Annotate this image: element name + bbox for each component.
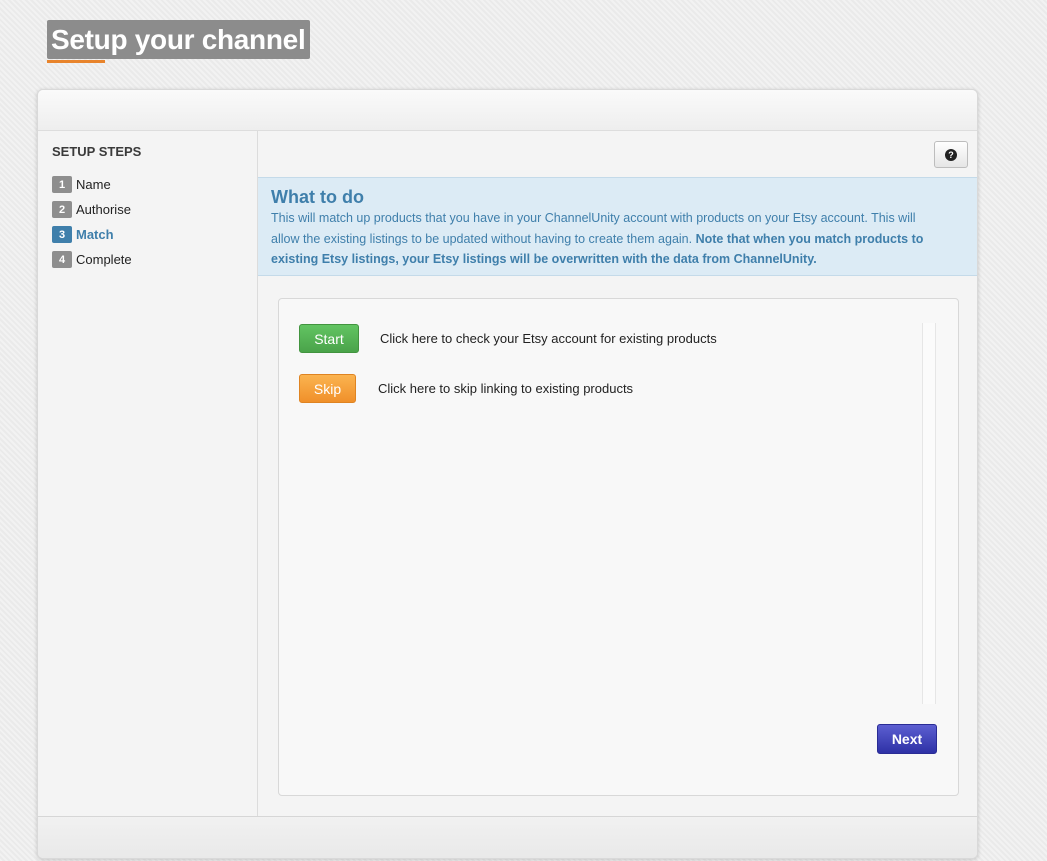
info-title: What to do xyxy=(271,187,364,207)
step-authorise[interactable]: 2 Authorise xyxy=(52,197,132,222)
step-label: Complete xyxy=(76,252,132,267)
skip-button[interactable]: Skip xyxy=(299,374,356,403)
step-complete[interactable]: 4 Complete xyxy=(52,247,132,272)
what-to-do-box: What to do This will match up products t… xyxy=(258,177,977,276)
help-button[interactable]: ? xyxy=(934,141,968,168)
main-content: ? What to do This will match up products… xyxy=(258,131,977,816)
page-header: Setup your channel xyxy=(47,20,311,63)
info-text: This will match up products that you hav… xyxy=(271,208,941,270)
scrollbar[interactable] xyxy=(922,323,936,704)
start-button[interactable]: Start xyxy=(299,324,359,353)
step-number: 4 xyxy=(52,251,72,268)
start-description: Click here to check your Etsy account fo… xyxy=(380,331,717,346)
step-match[interactable]: 3 Match xyxy=(52,222,132,247)
step-name[interactable]: 1 Name xyxy=(52,172,132,197)
panel-footer xyxy=(38,816,977,858)
step-number: 1 xyxy=(52,176,72,193)
step-label: Name xyxy=(76,177,111,192)
sidebar-title: SETUP STEPS xyxy=(52,144,142,159)
step-label: Authorise xyxy=(76,202,131,217)
match-card: Start Click here to check your Etsy acco… xyxy=(278,298,959,796)
step-label: Match xyxy=(76,227,114,242)
steps-list: 1 Name 2 Authorise 3 Match 4 Complete xyxy=(52,172,132,272)
setup-steps-sidebar: SETUP STEPS 1 Name 2 Authorise 3 Match 4… xyxy=(38,131,258,816)
step-number: 2 xyxy=(52,201,72,218)
step-number: 3 xyxy=(52,226,72,243)
next-button[interactable]: Next xyxy=(877,724,937,754)
skip-description: Click here to skip linking to existing p… xyxy=(378,381,634,396)
title-underline xyxy=(47,60,105,63)
question-icon: ? xyxy=(945,148,957,161)
page-title: Setup your channel xyxy=(47,20,311,59)
setup-panel: SETUP STEPS 1 Name 2 Authorise 3 Match 4… xyxy=(37,89,978,859)
panel-header xyxy=(38,90,977,131)
